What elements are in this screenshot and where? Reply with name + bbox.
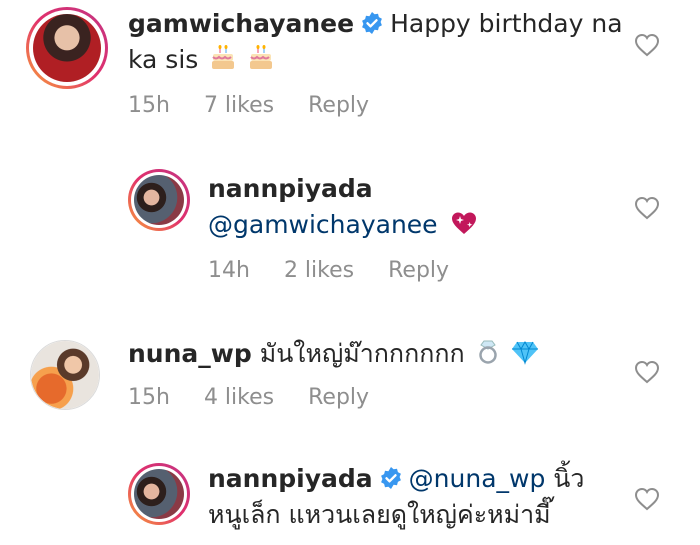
mention-link[interactable]: @gamwichayanee — [208, 210, 438, 239]
likes-count[interactable]: 4 likes — [204, 384, 274, 412]
birthday-cake-icon — [248, 45, 274, 81]
comment-username[interactable]: nuna_wp — [128, 339, 252, 368]
gem-icon — [511, 339, 539, 375]
avatar[interactable] — [128, 463, 190, 525]
ring-icon — [477, 339, 499, 375]
comment-time: 15h — [128, 385, 170, 410]
like-heart-icon[interactable] — [634, 487, 660, 511]
verified-badge-icon — [380, 467, 401, 489]
comment-username[interactable]: nannpiyada — [208, 464, 373, 493]
comment-text: nannpiyada @nuna_wp นิ้ว หนูเล็ก แหวนเลยด… — [208, 461, 584, 533]
comment-gamwichayanee: gamwichayanee Happy birthday na ka sis 15… — [0, 0, 700, 130]
comment-body: นิ้ว — [553, 464, 585, 493]
reply-button[interactable]: Reply — [308, 92, 369, 120]
comment-text: nuna_wp มันใหญ่ม๊ากกกกกก — [128, 336, 539, 375]
birthday-cake-icon — [210, 45, 236, 81]
comment-username[interactable]: nannpiyada — [208, 174, 373, 203]
comment-text: nannpiyada @gamwichayanee — [208, 171, 478, 246]
comment-nuna_wp: nuna_wp มันใหญ่ม๊ากกกกกก 15h 4 likes Reply — [0, 330, 700, 420]
comment-body-line2: ka sis — [128, 45, 199, 74]
comment-body: มันใหญ่ม๊ากกกกกก — [259, 339, 465, 368]
comment-time: 14h — [208, 258, 250, 283]
like-heart-icon[interactable] — [634, 360, 660, 384]
avatar[interactable] — [128, 169, 190, 231]
sparkling-heart-icon — [450, 210, 478, 246]
reply-button[interactable]: Reply — [308, 384, 369, 412]
comment-username[interactable]: gamwichayanee — [128, 9, 354, 38]
mention-link[interactable]: @nuna_wp — [409, 464, 546, 493]
avatar[interactable] — [30, 340, 100, 410]
like-heart-icon[interactable] — [634, 33, 660, 57]
comment-meta: 15h 4 likes Reply — [128, 384, 403, 412]
comment-meta: 15h 7 likes Reply — [128, 92, 403, 120]
verified-badge-icon — [362, 12, 382, 34]
like-heart-icon[interactable] — [634, 196, 660, 220]
comment-text: gamwichayanee Happy birthday na ka sis — [128, 6, 623, 81]
comment-meta: 14h 2 likes Reply — [208, 257, 483, 285]
comment-time: 15h — [128, 93, 170, 118]
comment-body-line2: หนูเล็ก แหวนเลยดูใหญ่ค่ะหม่ามี๊ — [208, 500, 551, 529]
comment-body: Happy birthday na — [390, 9, 623, 38]
avatar[interactable] — [26, 7, 108, 89]
reply-nannpiyada-1: nannpiyada @gamwichayanee 14h 2 likes Repl… — [0, 160, 700, 290]
reply-button[interactable]: Reply — [388, 257, 449, 285]
likes-count[interactable]: 2 likes — [284, 257, 354, 285]
reply-nannpiyada-2: nannpiyada @nuna_wp นิ้ว หนูเล็ก แหวนเลยด… — [0, 455, 700, 545]
likes-count[interactable]: 7 likes — [204, 92, 274, 120]
